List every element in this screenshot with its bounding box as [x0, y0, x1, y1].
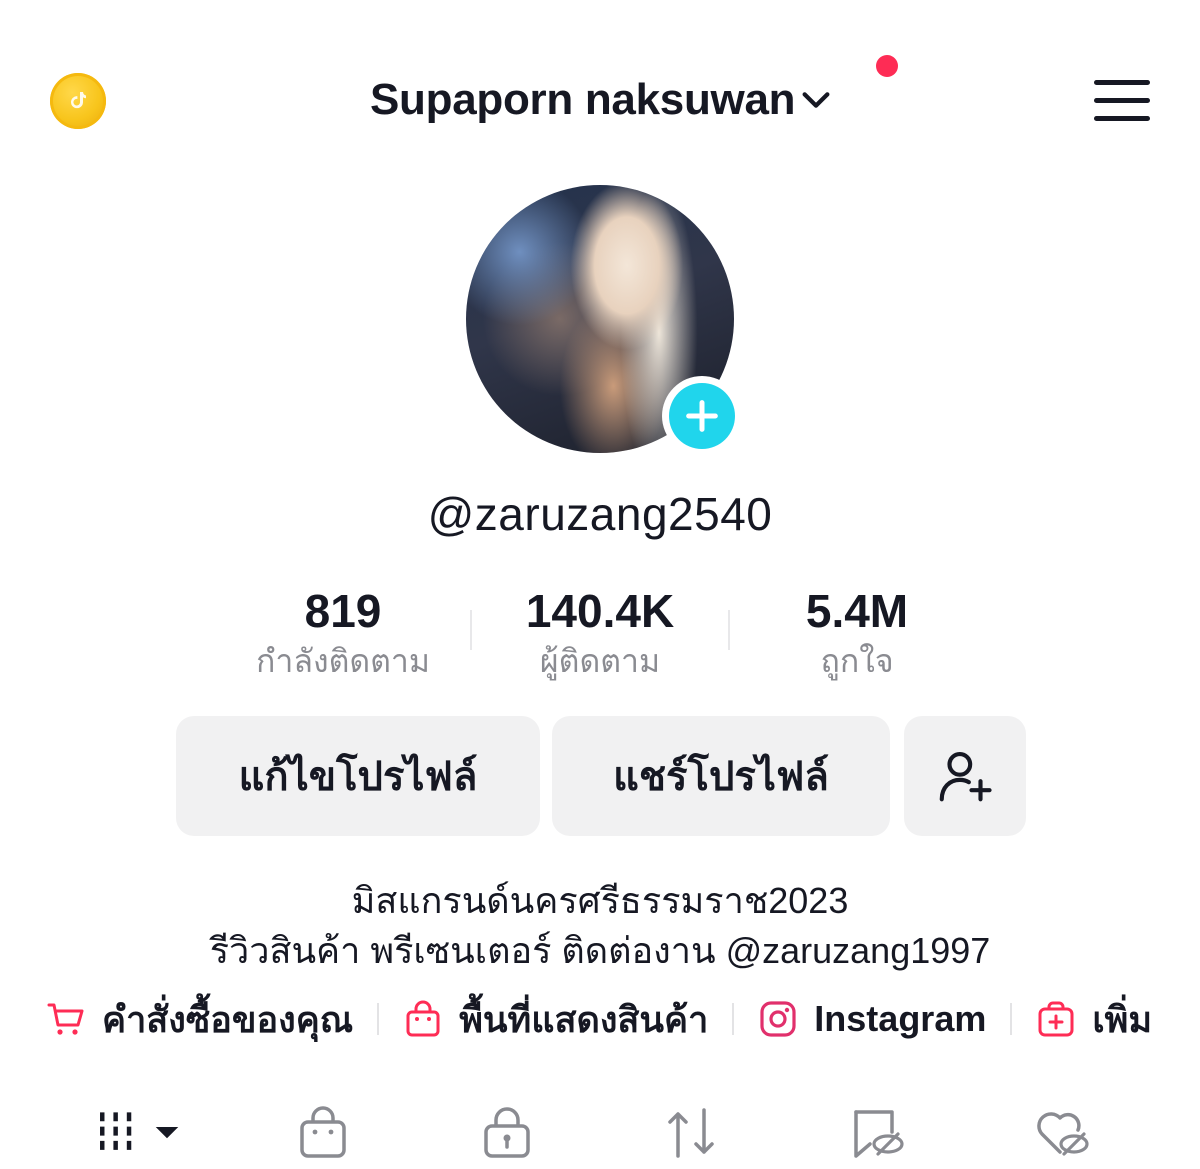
showcase-link[interactable]: พื้นที่แสดงสินค้า [403, 991, 708, 1048]
instagram-label: Instagram [814, 998, 987, 1039]
lock-icon [484, 1107, 530, 1158]
instagram-link[interactable]: Instagram [758, 998, 986, 1040]
grid-icon [100, 1112, 132, 1150]
tab-favorites[interactable] [850, 1102, 906, 1162]
add-link[interactable]: เพิ่ม [1036, 991, 1152, 1048]
add-friend-button[interactable] [904, 716, 1026, 836]
bag-icon [300, 1106, 346, 1158]
stat-value: 819 [304, 585, 382, 637]
heart-hidden-icon [1037, 1112, 1089, 1156]
profile-name: Supaporn naksuwan [370, 75, 796, 124]
stat-divider [728, 610, 730, 650]
stat-label: กำลังติดตาม [256, 643, 430, 679]
username: @zaruzang2540 [427, 488, 773, 540]
notification-dot [876, 55, 898, 77]
link-divider [732, 1003, 735, 1035]
cart-icon [47, 1003, 84, 1035]
stat-label: ถูกใจ [820, 643, 894, 679]
stat-divider [470, 610, 472, 650]
profile-links-row: คำสั่งซื้อของคุณ พื้นที่แสดงสินค้า Insta… [46, 996, 1152, 1042]
orders-label: คำสั่งซื้อของคุณ [102, 998, 354, 1040]
tiktok-note-icon [71, 92, 86, 109]
repost-icon [668, 1108, 714, 1158]
tab-shop[interactable] [296, 1102, 352, 1162]
plus-icon [686, 400, 718, 432]
link-divider [377, 1003, 380, 1035]
stat-value: 5.4M [805, 585, 909, 637]
hamburger-menu-icon[interactable] [1094, 80, 1150, 124]
showcase-label: พื้นที่แสดงสินค้า [459, 998, 709, 1040]
add-icon [1038, 1001, 1074, 1037]
chevron-down-icon [802, 92, 830, 108]
bio-line-1: มิสแกรนด์นครศรีธรรมราช2023 [351, 880, 849, 921]
add-story-button[interactable] [662, 376, 742, 456]
tab-reposts[interactable] [664, 1102, 720, 1162]
edit-profile-label: แก้ไขโปรไฟล์ [238, 755, 478, 799]
share-profile-label: แชร์โปรไฟล์ [613, 755, 829, 799]
bookmark-hidden-icon [854, 1110, 904, 1158]
stat-followers[interactable]: 140.4K ผู้ติดตาม [495, 585, 705, 683]
account-switcher[interactable]: Supaporn naksuwan [370, 72, 833, 128]
add-friend-icon [939, 751, 992, 802]
stat-label: ผู้ติดตาม [539, 643, 661, 679]
caret-down-icon [155, 1127, 179, 1139]
link-divider [1010, 1003, 1013, 1035]
tab-private[interactable] [480, 1102, 536, 1162]
orders-link[interactable]: คำสั่งซื้อของคุณ [46, 991, 353, 1048]
edit-profile-button[interactable]: แก้ไขโปรไฟล์ [176, 716, 540, 836]
share-profile-button[interactable]: แชร์โปรไฟล์ [552, 716, 890, 836]
tab-liked[interactable] [1034, 1102, 1090, 1162]
bio-line-2: รีวิวสินค้า พรีเซนเตอร์ ติดต่องาน @zaruz… [209, 930, 991, 971]
stat-value: 140.4K [525, 585, 675, 637]
tab-videos[interactable] [96, 1102, 182, 1162]
add-label: เพิ่ม [1092, 998, 1153, 1040]
stat-following[interactable]: 819 กำลังติดตาม [238, 585, 448, 683]
stat-likes[interactable]: 5.4M ถูกใจ [752, 585, 962, 683]
tiktok-coin-icon[interactable] [50, 73, 106, 129]
shopping-bag-icon [406, 1000, 440, 1037]
instagram-icon [760, 1001, 796, 1037]
